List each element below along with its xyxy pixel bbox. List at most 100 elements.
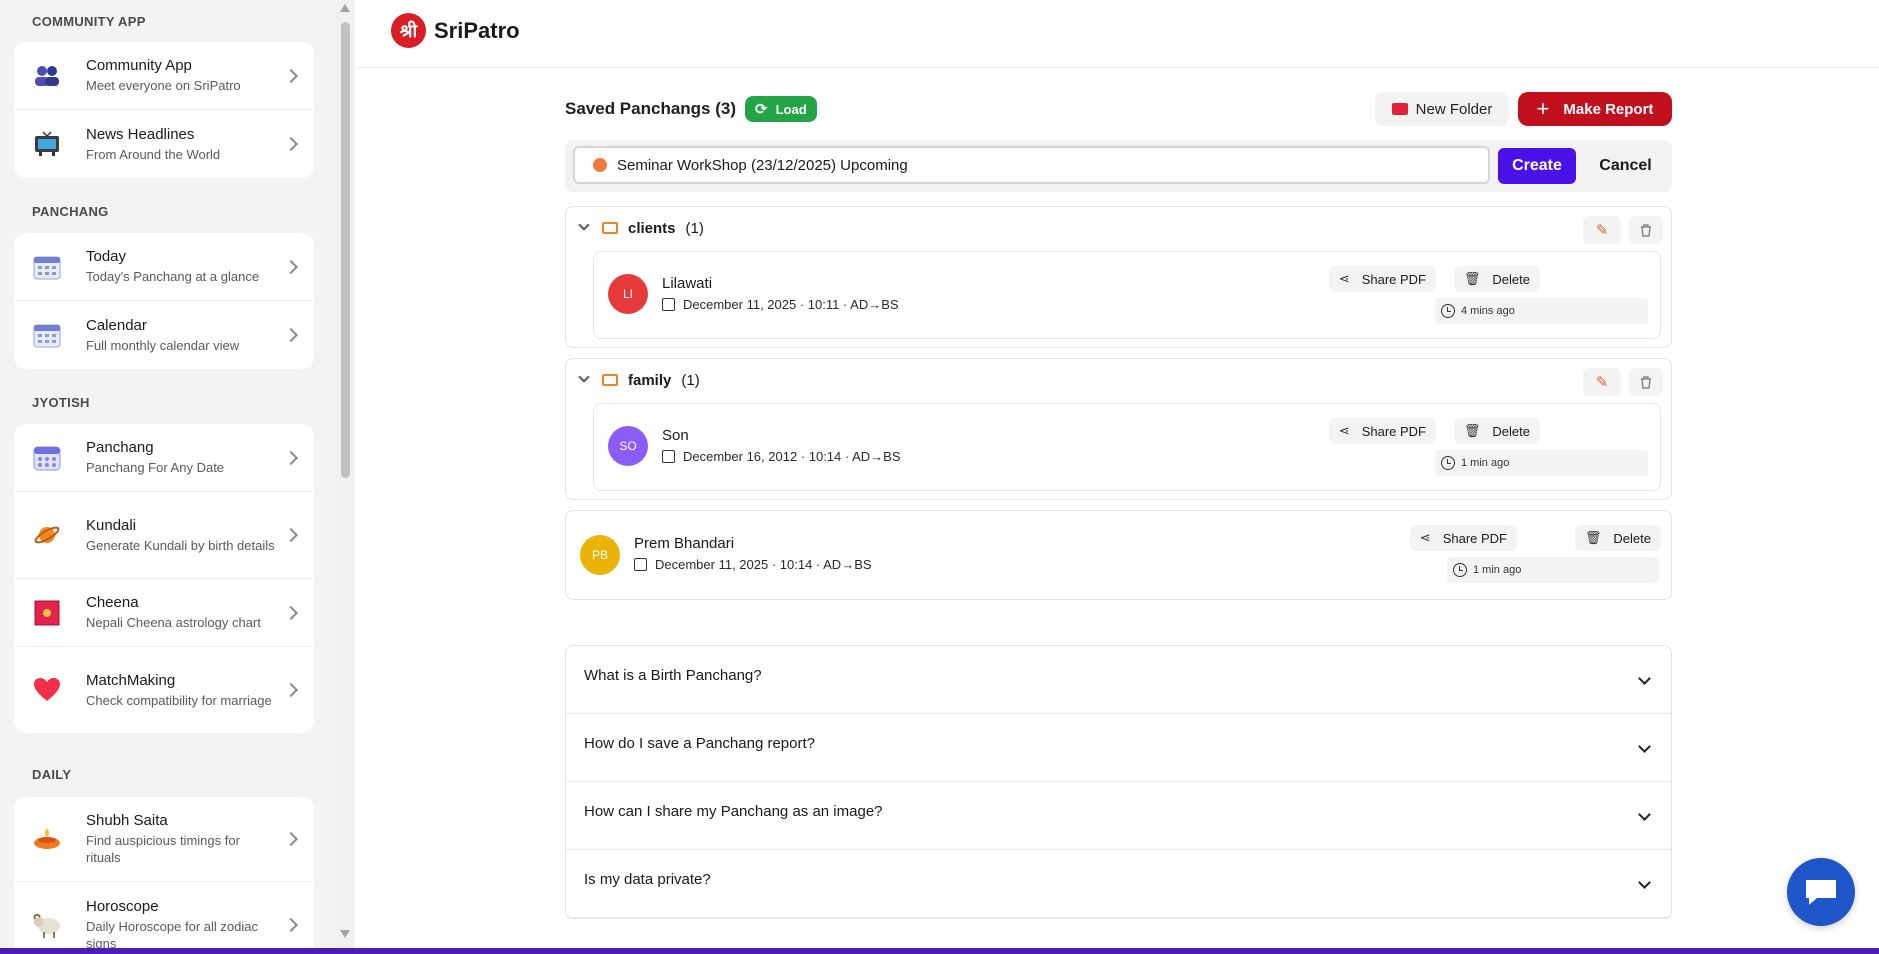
- chevron-right-icon: [283, 831, 299, 847]
- entry-date: December 11, 2025 · 10:11 · AD→BS: [683, 297, 899, 312]
- refresh-icon: ⟳: [755, 101, 768, 118]
- sidebar-item-title: MatchMaking: [86, 671, 176, 689]
- sidebar-item-subtitle: Panchang For Any Date: [86, 460, 225, 475]
- chevron-right-icon: [283, 259, 299, 274]
- folder-name-input[interactable]: Seminar WorkShop (23/12/2025) Upcoming: [573, 146, 1490, 184]
- folder-header[interactable]: clients (1) ✎: [566, 207, 1671, 251]
- faq-item[interactable]: Is my data private?: [566, 850, 1671, 918]
- sidebar-item-matchmaking[interactable]: MatchMaking Check compatibility for marri…: [14, 647, 314, 733]
- chevron-right-icon: [283, 327, 299, 343]
- share-label: Share PDF: [1361, 271, 1426, 287]
- saved-entry-card[interactable]: SO Son December 16, 2012 · 10:14 · AD→BS…: [593, 403, 1661, 491]
- planet-icon: [32, 520, 62, 550]
- sidebar-item-horoscope[interactable]: Horoscope Daily Horoscope for all zodiac …: [14, 882, 314, 954]
- chevron-right-icon: [283, 68, 299, 83]
- entry-date: December 16, 2012 · 10:14 · AD→BS: [683, 449, 901, 464]
- chevron-down-icon[interactable]: [578, 219, 590, 231]
- faq-item[interactable]: What is a Birth Panchang?: [566, 646, 1671, 714]
- faq-item[interactable]: How do I save a Panchang report?: [566, 714, 1671, 782]
- delete-label: Delete: [1492, 271, 1530, 287]
- scroll-thumb[interactable]: [341, 22, 350, 478]
- page-title: Saved Panchangs (3): [565, 99, 737, 118]
- sidebar-scrollbar[interactable]: [336, 0, 354, 954]
- sidebar-item-subtitle: Find auspicious timings for rituals: [86, 833, 240, 865]
- sidebar-item-shubh-saita[interactable]: Shubh Saita Find auspicious timings for r…: [14, 797, 314, 882]
- section-label-community: COMMUNITY APP: [32, 14, 146, 29]
- avatar: PB: [580, 535, 620, 575]
- folder-open-icon: [602, 374, 618, 386]
- saved-entry-card[interactable]: PB Prem Bhandari December 11, 2025 · 10:…: [565, 510, 1672, 600]
- delete-entry-button[interactable]: 🗑 Delete: [1453, 418, 1540, 444]
- chat-button[interactable]: [1787, 858, 1855, 926]
- share-pdf-button[interactable]: ⋖ Share PDF: [1328, 418, 1436, 444]
- section-label-daily: DAILY: [32, 767, 72, 782]
- folder-header[interactable]: family (1) ✎: [566, 359, 1671, 403]
- sidebar-item-subtitle: Today's Panchang at a glance: [86, 269, 260, 284]
- chevron-down-icon: [1638, 740, 1651, 753]
- sidebar-item-subtitle: Daily Horoscope for all zodiac signs: [86, 919, 258, 951]
- trash-icon: [1641, 223, 1651, 237]
- calendar-grid-icon: [32, 443, 62, 473]
- chevron-right-icon: [283, 136, 299, 152]
- logo[interactable]: श्री SriPatro: [391, 13, 520, 48]
- time-ago: 4 mins ago: [1435, 298, 1648, 324]
- folder-name-value: Seminar WorkShop (23/12/2025) Upcoming: [617, 156, 908, 174]
- trash-icon: [1641, 375, 1651, 389]
- load-button[interactable]: ⟳ Load: [745, 96, 817, 122]
- share-pdf-button[interactable]: ⋖ Share PDF: [1328, 266, 1436, 292]
- create-folder-row: Seminar WorkShop (23/12/2025) Upcoming C…: [565, 140, 1672, 192]
- sidebar-item-subtitle: Nepali Cheena astrology chart: [86, 615, 261, 630]
- scroll-down-arrow-icon[interactable]: [340, 930, 350, 938]
- faq-question: Is my data private?: [584, 871, 711, 888]
- faq-question: What is a Birth Panchang?: [584, 667, 762, 684]
- folder-clients: clients (1) ✎ LI Lilawati December 11, 20…: [565, 206, 1672, 348]
- delete-folder-button[interactable]: [1629, 368, 1663, 396]
- faq-item[interactable]: How can I share my Panchang as an image?: [566, 782, 1671, 850]
- sidebar-item-cheena[interactable]: Cheena Nepali Cheena astrology chart: [14, 579, 314, 647]
- chevron-down-icon: [1638, 672, 1651, 685]
- sidebar-item-panchang[interactable]: Panchang Panchang For Any Date: [14, 424, 314, 492]
- make-report-button[interactable]: + Make Report: [1518, 92, 1672, 126]
- sidebar-item-title: Kundali: [86, 516, 137, 534]
- sidebar-item-community-app[interactable]: Community App Meet everyone on SriPatro: [14, 42, 314, 110]
- sidebar-item-calendar[interactable]: Calendar Full monthly calendar view: [14, 301, 314, 369]
- scroll-up-arrow-icon[interactable]: [340, 4, 350, 12]
- clock-icon: [1441, 456, 1455, 470]
- panchang-group: Today Today's Panchang at a glance Calend…: [14, 233, 314, 369]
- chevron-down-icon: [1638, 808, 1651, 821]
- delete-label: Delete: [1613, 530, 1651, 546]
- sidebar-content: COMMUNITY APP Community App Meet everyone…: [14, 0, 314, 954]
- delete-entry-button[interactable]: 🗑 Delete: [1574, 525, 1661, 551]
- share-pdf-button[interactable]: ⋖ Share PDF: [1409, 525, 1517, 551]
- edit-folder-button[interactable]: ✎: [1583, 368, 1621, 396]
- faq-accordion: What is a Birth Panchang? How do I save …: [565, 645, 1672, 919]
- entry-name: Lilawati: [662, 275, 713, 292]
- folder-color-dot-icon[interactable]: [593, 158, 607, 172]
- share-icon: ⋖: [1338, 271, 1350, 286]
- create-button[interactable]: Create: [1498, 148, 1576, 184]
- logo-mark: श्री: [391, 13, 426, 48]
- cancel-button[interactable]: Cancel: [1583, 148, 1668, 184]
- calendar-grid-icon: [32, 320, 62, 350]
- new-folder-button[interactable]: New Folder: [1375, 92, 1509, 126]
- entry-meta: December 11, 2025 · 10:11 · AD→BS: [662, 297, 899, 312]
- delete-folder-button[interactable]: [1629, 216, 1663, 244]
- section-label-panchang: PANCHANG: [32, 204, 109, 219]
- delete-entry-button[interactable]: 🗑 Delete: [1453, 266, 1540, 292]
- sidebar-item-kundali[interactable]: Kundali Generate Kundali by birth details: [14, 492, 314, 579]
- saved-entry-card[interactable]: LI Lilawati December 11, 2025 · 10:11 · …: [593, 251, 1661, 339]
- chevron-down-icon: [1638, 876, 1651, 889]
- share-icon: ⋖: [1338, 423, 1350, 438]
- avatar: LI: [608, 274, 648, 314]
- chevron-right-icon: [283, 450, 299, 465]
- sidebar-item-today[interactable]: Today Today's Panchang at a glance: [14, 233, 314, 301]
- calendar-icon: [32, 252, 62, 282]
- edit-folder-button[interactable]: ✎: [1583, 216, 1621, 244]
- chevron-down-icon[interactable]: [578, 371, 590, 383]
- sidebar-item-subtitle: Check compatibility for marriage: [86, 692, 272, 708]
- make-report-label: Make Report: [1563, 100, 1654, 118]
- heart-icon: [32, 675, 62, 705]
- faq-question: How do I save a Panchang report?: [584, 735, 815, 752]
- sidebar-item-news-headlines[interactable]: News Headlines From Around the World: [14, 110, 314, 178]
- chevron-right-icon: [283, 917, 299, 933]
